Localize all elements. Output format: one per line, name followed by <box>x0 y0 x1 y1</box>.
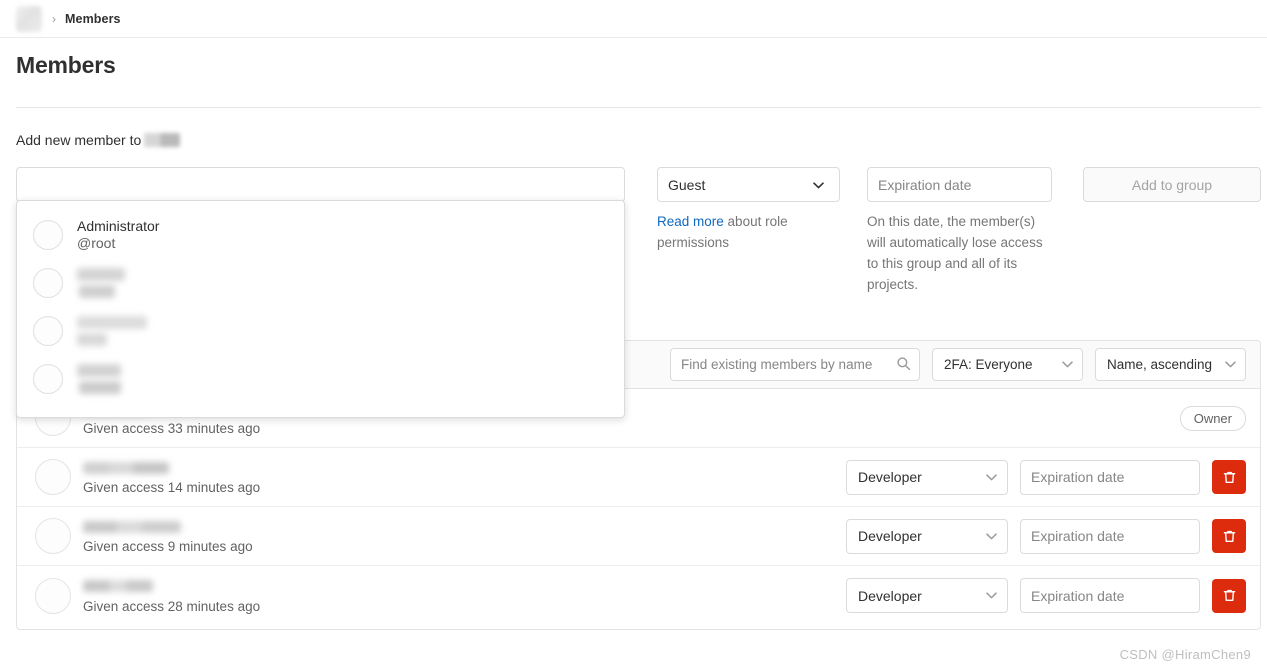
table-row: Given access 9 minutes ago GuestReporter… <box>17 507 1260 566</box>
autocomplete-item-name: Administrator <box>77 218 160 234</box>
member-access-text: Given access 9 minutes ago <box>83 539 253 554</box>
role-select[interactable]: GuestReporterDeveloperMaintainerOwner <box>657 167 840 202</box>
avatar <box>33 268 63 298</box>
member-access-text: Given access 33 minutes ago <box>83 421 261 436</box>
member-search-input[interactable] <box>16 167 625 202</box>
member-role-select[interactable]: GuestReporterDeveloperMaintainerOwner <box>846 578 1008 613</box>
role-permissions-help: Read more about role permissions <box>657 211 817 253</box>
member-autocomplete-dropdown[interactable]: Administrator @root <box>16 200 625 418</box>
member-name-redacted <box>83 461 169 474</box>
autocomplete-item-handle-redacted <box>79 381 121 394</box>
table-row: Given access 14 minutes ago GuestReporte… <box>17 448 1260 507</box>
avatar <box>33 364 63 394</box>
group-avatar <box>16 5 42 32</box>
search-input[interactable] <box>670 348 920 381</box>
member-role-select[interactable]: GuestReporterDeveloperMaintainerOwner <box>846 459 1008 495</box>
remove-member-button[interactable] <box>1212 519 1246 553</box>
members-page: › Members Members Add new member to Gues… <box>0 0 1267 666</box>
page-title: Members <box>16 52 116 78</box>
add-to-group-button[interactable]: Add to group <box>1083 167 1261 202</box>
add-member-label-text: Add new member to <box>16 132 142 148</box>
member-access-text: Given access 28 minutes ago <box>83 598 261 614</box>
breadcrumb: › Members <box>0 0 1267 38</box>
member-role-wrapper: GuestReporterDeveloperMaintainerOwner <box>846 459 1008 495</box>
table-row: Given access 28 minutes ago GuestReporte… <box>17 566 1260 625</box>
twofa-filter-wrapper: 2FA: Everyone2FA: Enabled2FA: Disabled <box>932 348 1083 381</box>
autocomplete-item[interactable]: Administrator @root <box>17 211 624 259</box>
member-expiration-input[interactable] <box>1020 578 1200 613</box>
expiration-date-input[interactable] <box>867 167 1052 202</box>
member-role-wrapper: GuestReporterDeveloperMaintainerOwner <box>846 578 1008 613</box>
add-member-label: Add new member to <box>16 132 181 148</box>
avatar <box>33 220 63 250</box>
search-wrapper <box>670 348 920 381</box>
twofa-filter-select[interactable]: 2FA: Everyone2FA: Enabled2FA: Disabled <box>932 348 1083 381</box>
avatar <box>35 518 71 554</box>
read-more-link[interactable]: Read more <box>657 214 724 229</box>
expiration-help-text: On this date, the member(s) will automat… <box>867 214 1043 292</box>
autocomplete-item-handle-redacted <box>77 333 107 346</box>
member-role-select[interactable]: GuestReporterDeveloperMaintainerOwner <box>846 518 1008 554</box>
autocomplete-item-handle: @root <box>77 235 116 251</box>
autocomplete-item-name-redacted <box>77 316 147 329</box>
trash-icon <box>1223 471 1235 483</box>
member-access-text: Given access 14 minutes ago <box>83 480 261 495</box>
member-role-wrapper: GuestReporterDeveloperMaintainerOwner <box>846 518 1008 554</box>
search-icon[interactable] <box>896 356 911 371</box>
watermark: CSDN @HiramChen9 <box>1119 647 1251 662</box>
role-badge-owner: Owner <box>1179 405 1246 431</box>
member-expiration-input[interactable] <box>1020 518 1200 554</box>
autocomplete-item[interactable] <box>17 259 624 307</box>
remove-member-button[interactable] <box>1212 578 1246 613</box>
avatar <box>35 459 71 495</box>
autocomplete-item[interactable] <box>17 355 624 403</box>
title-divider <box>16 107 1261 108</box>
autocomplete-item-handle-redacted <box>79 285 115 298</box>
sort-select-wrapper: Name, ascendingName, descendingLast join… <box>1095 348 1246 381</box>
group-name-redacted <box>144 133 181 147</box>
avatar <box>35 577 71 614</box>
breadcrumb-item-members[interactable]: Members <box>65 12 121 26</box>
trash-icon <box>1223 589 1235 601</box>
avatar <box>33 316 63 346</box>
member-expiration-input[interactable] <box>1020 459 1200 495</box>
remove-member-button[interactable] <box>1212 460 1246 494</box>
sort-select[interactable]: Name, ascendingName, descendingLast join… <box>1095 348 1246 381</box>
autocomplete-item-name-redacted <box>77 268 125 281</box>
member-name-redacted <box>83 580 153 592</box>
breadcrumb-separator: › <box>52 11 56 26</box>
autocomplete-item[interactable] <box>17 307 624 355</box>
member-name-redacted <box>83 520 181 533</box>
trash-icon <box>1223 530 1235 542</box>
autocomplete-item-name-redacted <box>77 364 121 377</box>
